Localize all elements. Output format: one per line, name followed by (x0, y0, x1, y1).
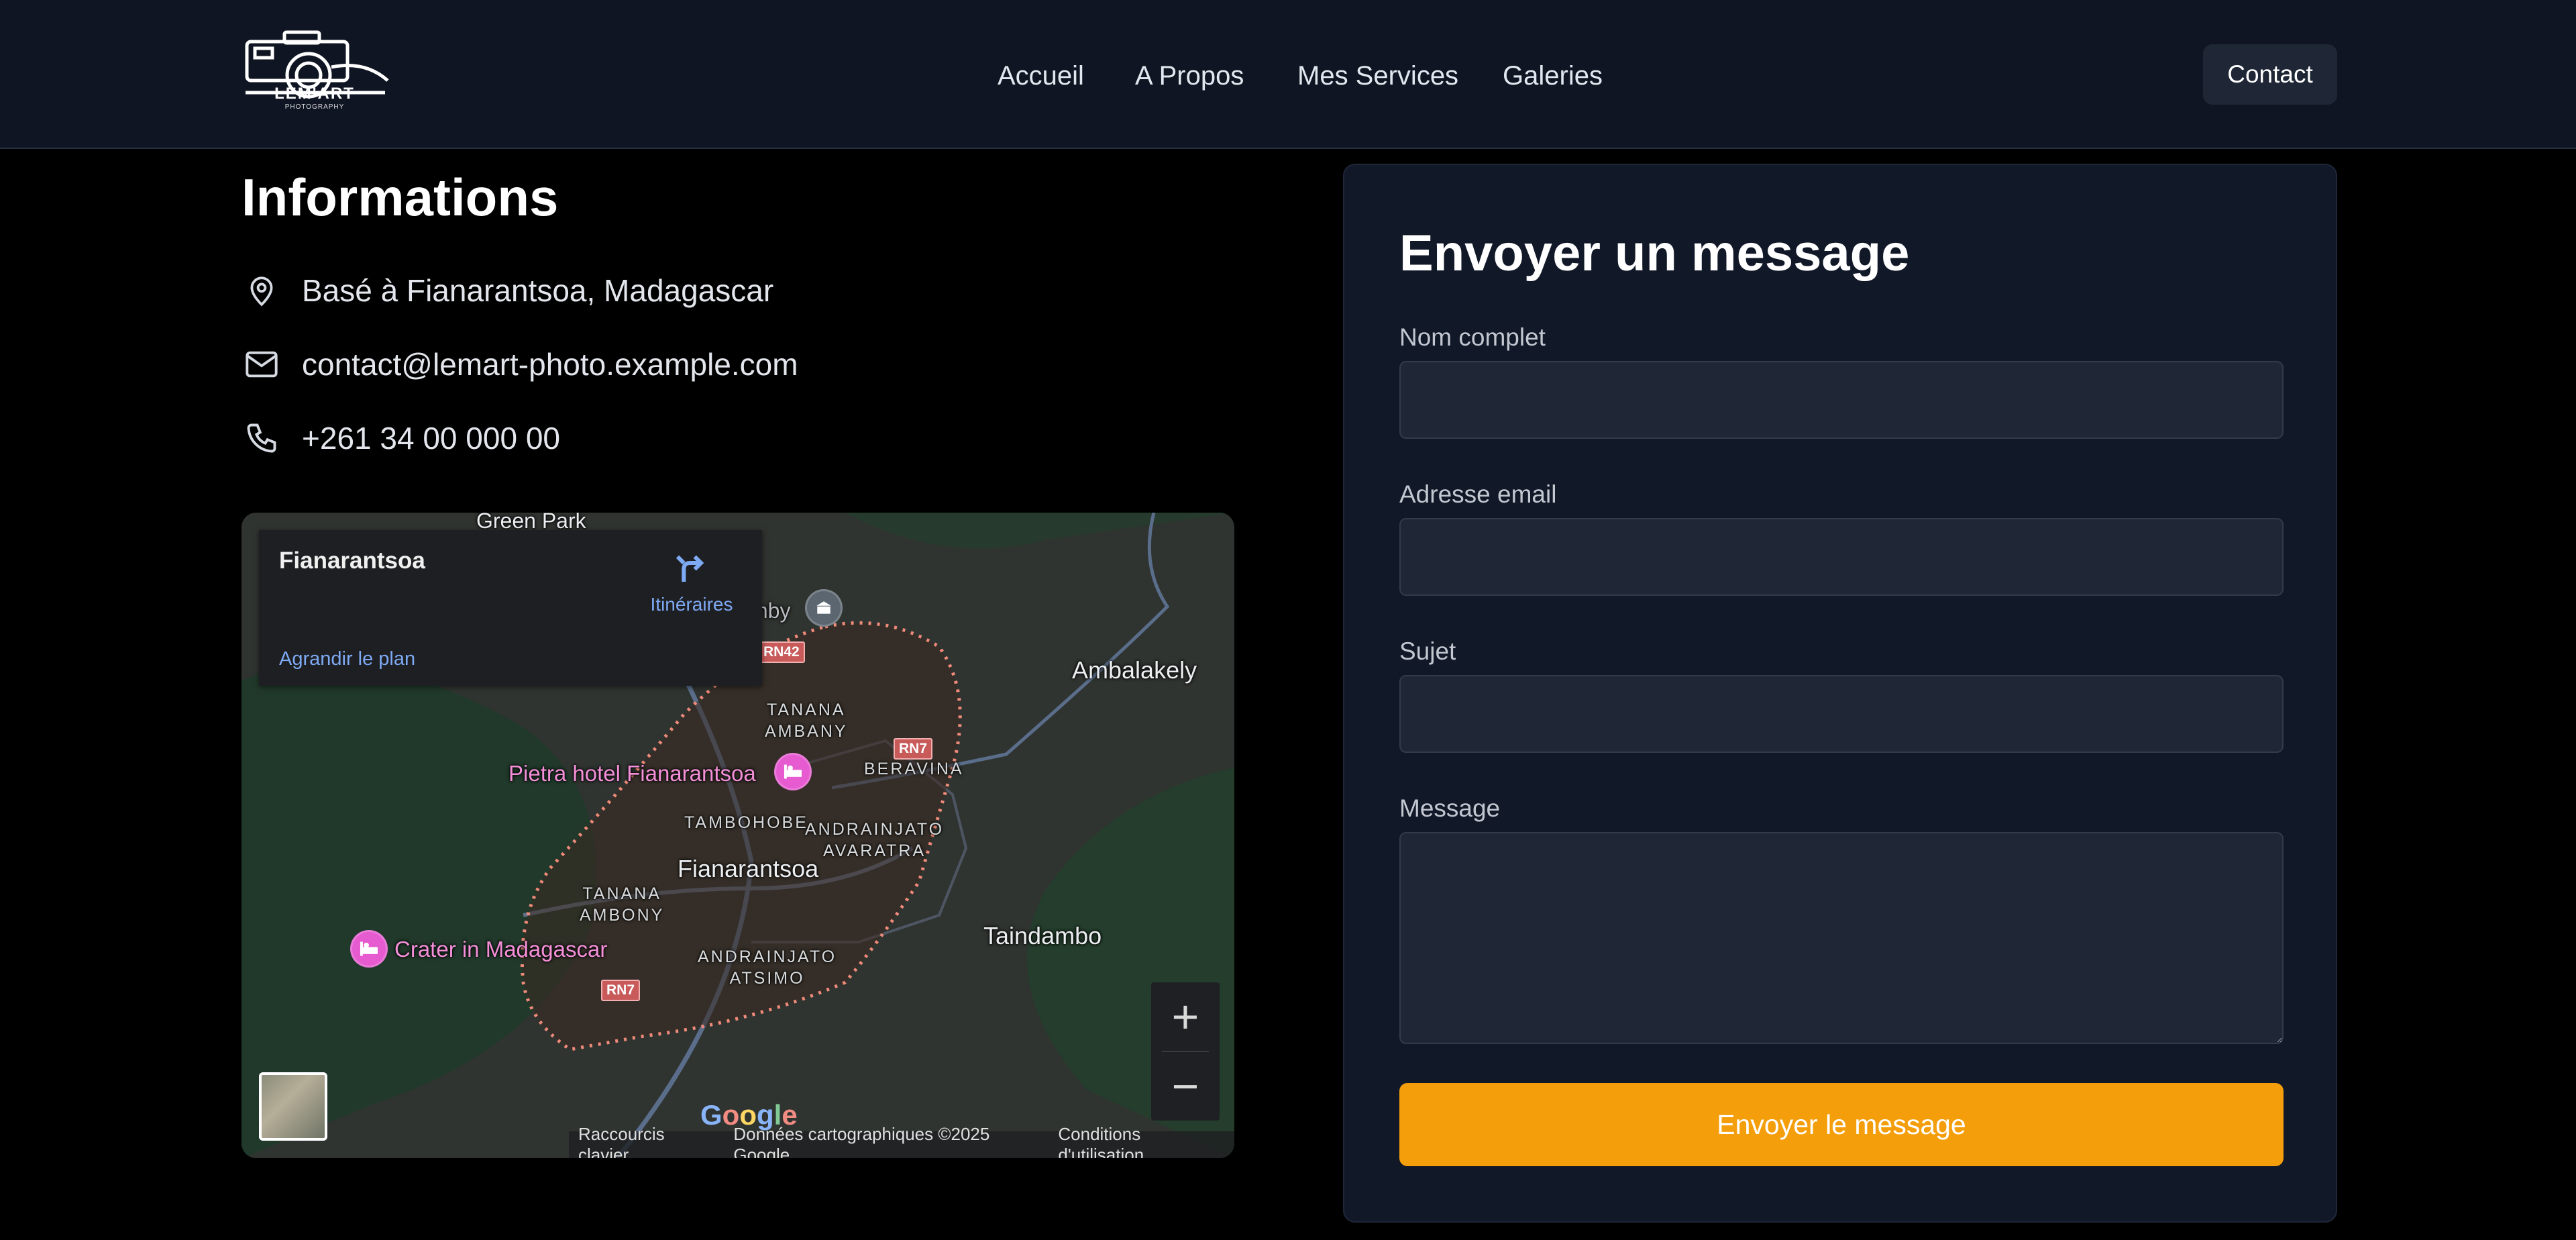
email-input[interactable] (1399, 518, 2284, 596)
email-text[interactable]: contact@lemart-photo.example.com (302, 346, 798, 382)
hotel-pin-icon[interactable] (774, 753, 812, 790)
site-header: LEM'ART PHOTOGRAPHY Accueil A Propos Mes… (0, 0, 2576, 149)
map-data-notice: Données cartographiques ©2025 Google (733, 1124, 990, 1158)
map-place-card: Fianarantsoa Itinéraires Agrandir le pla… (259, 530, 762, 686)
email-label: Adresse email (1399, 480, 1557, 508)
map-zoom-controls: + − (1151, 982, 1220, 1121)
subject-label: Sujet (1399, 637, 1456, 665)
form-title: Envoyer un message (1399, 225, 1910, 282)
info-title: Informations (241, 168, 559, 227)
map-pin-icon (241, 270, 282, 311)
map-attribution: Raccourcis clavier Données cartographiqu… (569, 1124, 1234, 1158)
landmark-icon[interactable] (805, 589, 843, 627)
subject-input[interactable] (1399, 675, 2284, 753)
map-label-ambalakely: Ambalakely (1072, 656, 1197, 684)
terms-link[interactable]: Conditions d'utilisation (1049, 1124, 1234, 1158)
road-sign-rn7-south: RN7 (601, 980, 641, 1001)
map-label-andrainjato-atsimo: ANDRAINJATO ATSIMO (698, 947, 837, 988)
map-label-tanana-ambany: TANANA AMBANY (765, 701, 848, 741)
message-label: Message (1399, 794, 1501, 822)
location-text: Basé à Fianarantsoa, Madagascar (302, 273, 774, 308)
poi-pin-icon[interactable] (350, 930, 388, 968)
message-textarea[interactable] (1399, 832, 2284, 1044)
phone-icon (241, 418, 282, 458)
map-label-andrainjato-avaratra: ANDRAINJATO AVARATRA (805, 820, 945, 860)
info-phone: +261 34 00 000 00 (241, 415, 560, 462)
phone-text[interactable]: +261 34 00 000 00 (302, 420, 560, 456)
nav-galeries[interactable]: Galeries (1503, 59, 1603, 93)
zoom-in-button[interactable]: + (1151, 982, 1220, 1051)
map-label-tanana-ambony: TANANA AMBONY (580, 884, 665, 925)
map-label-fianarantsoa: Fianarantsoa (678, 855, 819, 882)
road-sign-rn42: RN42 (758, 641, 805, 663)
directions-icon (676, 555, 704, 582)
mail-icon (241, 344, 282, 384)
keyboard-shortcuts-link[interactable]: Raccourcis clavier (569, 1124, 724, 1158)
map-label-tambohobe: TAMBOHOBE (684, 813, 808, 832)
info-location: Basé à Fianarantsoa, Madagascar (241, 267, 773, 314)
nav-a-propos[interactable]: A Propos (1135, 59, 1244, 93)
contact-button[interactable]: Contact (2203, 44, 2337, 105)
submit-button[interactable]: Envoyer le message (1399, 1083, 2284, 1166)
enlarge-map-link[interactable]: Agrandir le plan (279, 648, 415, 670)
map-label-pietra-hotel[interactable]: Pietra hotel Fianarantsoa (508, 761, 756, 786)
name-label: Nom complet (1399, 323, 1546, 351)
nav-mes-services[interactable]: Mes Services (1297, 59, 1458, 93)
zoom-out-button[interactable]: − (1151, 1052, 1220, 1121)
nav-accueil[interactable]: Accueil (998, 59, 1084, 93)
directions-button[interactable]: Itinéraires (641, 549, 742, 615)
google-map-embed[interactable]: Green Park mby Ambalakely RN42 RN7 RN7 T… (241, 513, 1234, 1158)
map-layer-toggle[interactable] (259, 1072, 327, 1141)
logo-subtext: PHOTOGRAPHY (284, 103, 345, 111)
map-label-crater[interactable]: Crater in Madagascar (394, 937, 607, 962)
directions-label: Itinéraires (650, 594, 733, 615)
contact-form-card: Envoyer un message Nom complet Adresse e… (1343, 164, 2337, 1223)
road-sign-rn7-north: RN7 (894, 738, 933, 760)
map-place-name: Fianarantsoa (279, 548, 425, 574)
main-nav: Accueil A Propos Mes Services Galeries (0, 59, 2576, 93)
name-input[interactable] (1399, 361, 2284, 439)
map-label-beravina: BERAVINA (864, 760, 964, 778)
map-label-taindambo: Taindambo (983, 922, 1102, 949)
info-email: contact@lemart-photo.example.com (241, 341, 798, 388)
